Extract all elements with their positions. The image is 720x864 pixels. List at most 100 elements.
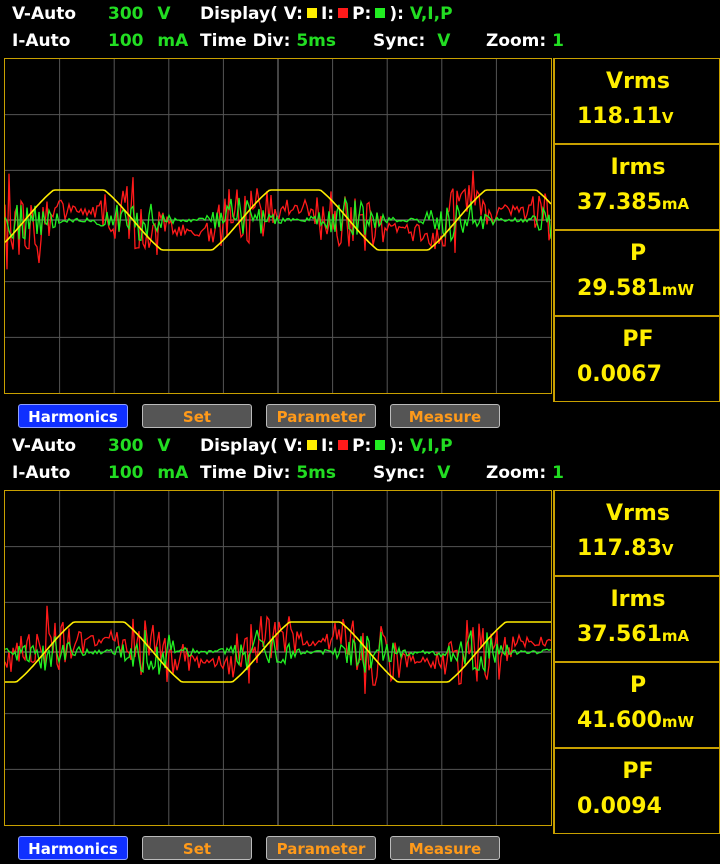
sync-value: V (437, 31, 451, 51)
v-range-unit: V (157, 436, 171, 456)
meter-irms-value: 37.385 (577, 190, 662, 215)
meter-vrms-value-wrap: 118.11V (577, 104, 674, 129)
meter-power-value-wrap: 41.600mW (577, 708, 694, 733)
v-range-value-wrap: 300 V (108, 436, 171, 456)
meter-vrms: Vrms 118.11V (554, 58, 720, 144)
i-range-value-wrap: 100 mA (108, 31, 188, 51)
display-p-label: P: (352, 436, 372, 456)
meter-irms-unit: mA (661, 627, 690, 645)
meter-irms-value-wrap: 37.385mA (577, 190, 689, 215)
i-range-wrap: I-Auto (12, 463, 70, 483)
zoom-wrap: Zoom: 1 (486, 463, 564, 483)
voltage-color-swatch (306, 8, 317, 18)
waveform-plot (5, 491, 551, 825)
meter-irms-label: Irms (610, 587, 666, 612)
meter-vrms-label: Vrms (606, 501, 670, 526)
display-value: V,I,P (409, 4, 453, 24)
i-range-value: 100 (108, 463, 144, 483)
display-close: ): (389, 436, 404, 456)
display-i-label: I: (320, 436, 335, 456)
power-color-swatch (375, 440, 386, 450)
measure-button[interactable]: Measure (390, 404, 500, 428)
meter-column: Vrms 118.11V Irms 37.385mA P 29.581mW PF… (553, 58, 720, 402)
meter-power-label: P (629, 241, 647, 266)
harmonics-button[interactable]: Harmonics (18, 404, 128, 428)
i-range-unit: mA (157, 463, 189, 483)
meter-power-unit: mW (661, 713, 695, 731)
set-button[interactable]: Set (142, 404, 252, 428)
display-setting: Display( V: I: P:): V,I,P (200, 436, 453, 456)
zoom-value: 1 (552, 463, 564, 483)
harmonics-button[interactable]: Harmonics (18, 836, 128, 860)
meter-pf-value: 0.0067 (577, 362, 662, 387)
meter-irms: Irms 37.561mA (554, 576, 720, 662)
time-div-label: Time Div: (200, 463, 291, 483)
parameter-button[interactable]: Parameter (266, 836, 376, 860)
meter-column: Vrms 117.83V Irms 37.561mA P 41.600mW PF… (553, 490, 720, 834)
display-p-label: P: (352, 4, 372, 24)
meter-power: P 41.600mW (554, 662, 720, 748)
time-div-value: 5ms (296, 31, 336, 51)
scope-panel-top: V-Auto 300 V Display( V: I: P:): V,I,P I-A… (0, 0, 720, 432)
i-range-wrap: I-Auto (12, 31, 70, 51)
time-div-label: Time Div: (200, 31, 291, 51)
parameter-button[interactable]: Parameter (266, 404, 376, 428)
meter-pf-label: PF (622, 759, 654, 784)
current-color-swatch (338, 440, 349, 450)
meter-power-unit: mW (661, 281, 695, 299)
sync-label: Sync: (373, 463, 426, 483)
zoom-wrap: Zoom: 1 (486, 31, 564, 51)
meter-power-value: 41.600 (577, 708, 662, 733)
sync-wrap: Sync: V (373, 463, 450, 483)
meter-vrms-label: Vrms (606, 69, 670, 94)
meter-pf-value: 0.0094 (577, 794, 662, 819)
current-color-swatch (338, 8, 349, 18)
v-range-value: 300 (108, 436, 144, 456)
display-setting: Display( V: I: P:): V,I,P (200, 4, 453, 24)
sync-value: V (437, 463, 451, 483)
header-row-1: V-Auto (12, 436, 76, 456)
waveform-display (4, 58, 552, 394)
meter-pf-value-wrap: 0.0094 (577, 794, 662, 819)
meter-pf: PF 0.0094 (554, 748, 720, 834)
meter-vrms-value-wrap: 117.83V (577, 536, 674, 561)
power-color-swatch (375, 8, 386, 18)
zoom-value: 1 (552, 31, 564, 51)
header-row-1: V-Auto (12, 4, 76, 24)
meter-vrms-value: 117.83 (577, 536, 662, 561)
voltage-color-swatch (306, 440, 317, 450)
waveform-display (4, 490, 552, 826)
meter-vrms-unit: V (661, 541, 674, 559)
meter-irms: Irms 37.385mA (554, 144, 720, 230)
measure-button[interactable]: Measure (390, 836, 500, 860)
meter-vrms-value: 118.11 (577, 104, 662, 129)
v-range-unit: V (157, 4, 171, 24)
i-range-unit: mA (157, 31, 189, 51)
v-range-value-wrap: 300 V (108, 4, 171, 24)
i-range-label: I-Auto (12, 463, 71, 483)
set-button[interactable]: Set (142, 836, 252, 860)
meter-irms-unit: mA (661, 195, 690, 213)
display-close: ): (389, 4, 404, 24)
i-range-value: 100 (108, 31, 144, 51)
meter-power-label: P (629, 673, 647, 698)
meter-pf-value-wrap: 0.0067 (577, 362, 662, 387)
sync-label: Sync: (373, 31, 426, 51)
zoom-label: Zoom: (486, 31, 547, 51)
i-range-label: I-Auto (12, 31, 71, 51)
waveform-plot (5, 59, 551, 393)
zoom-label: Zoom: (486, 463, 547, 483)
meter-pf: PF 0.0067 (554, 316, 720, 402)
scope-panel-bottom: V-Auto 300 V Display( V: I: P:): V,I,P I-A… (0, 432, 720, 864)
meter-power-value-wrap: 29.581mW (577, 276, 694, 301)
meter-irms-value: 37.561 (577, 622, 662, 647)
v-range-label: V-Auto (12, 4, 77, 24)
meter-pf-label: PF (622, 327, 654, 352)
display-value: V,I,P (409, 436, 453, 456)
meter-irms-value-wrap: 37.561mA (577, 622, 689, 647)
display-i-label: I: (320, 4, 335, 24)
meter-power: P 29.581mW (554, 230, 720, 316)
meter-vrms: Vrms 117.83V (554, 490, 720, 576)
time-div-wrap: Time Div: 5ms (200, 463, 336, 483)
v-range-value: 300 (108, 4, 144, 24)
